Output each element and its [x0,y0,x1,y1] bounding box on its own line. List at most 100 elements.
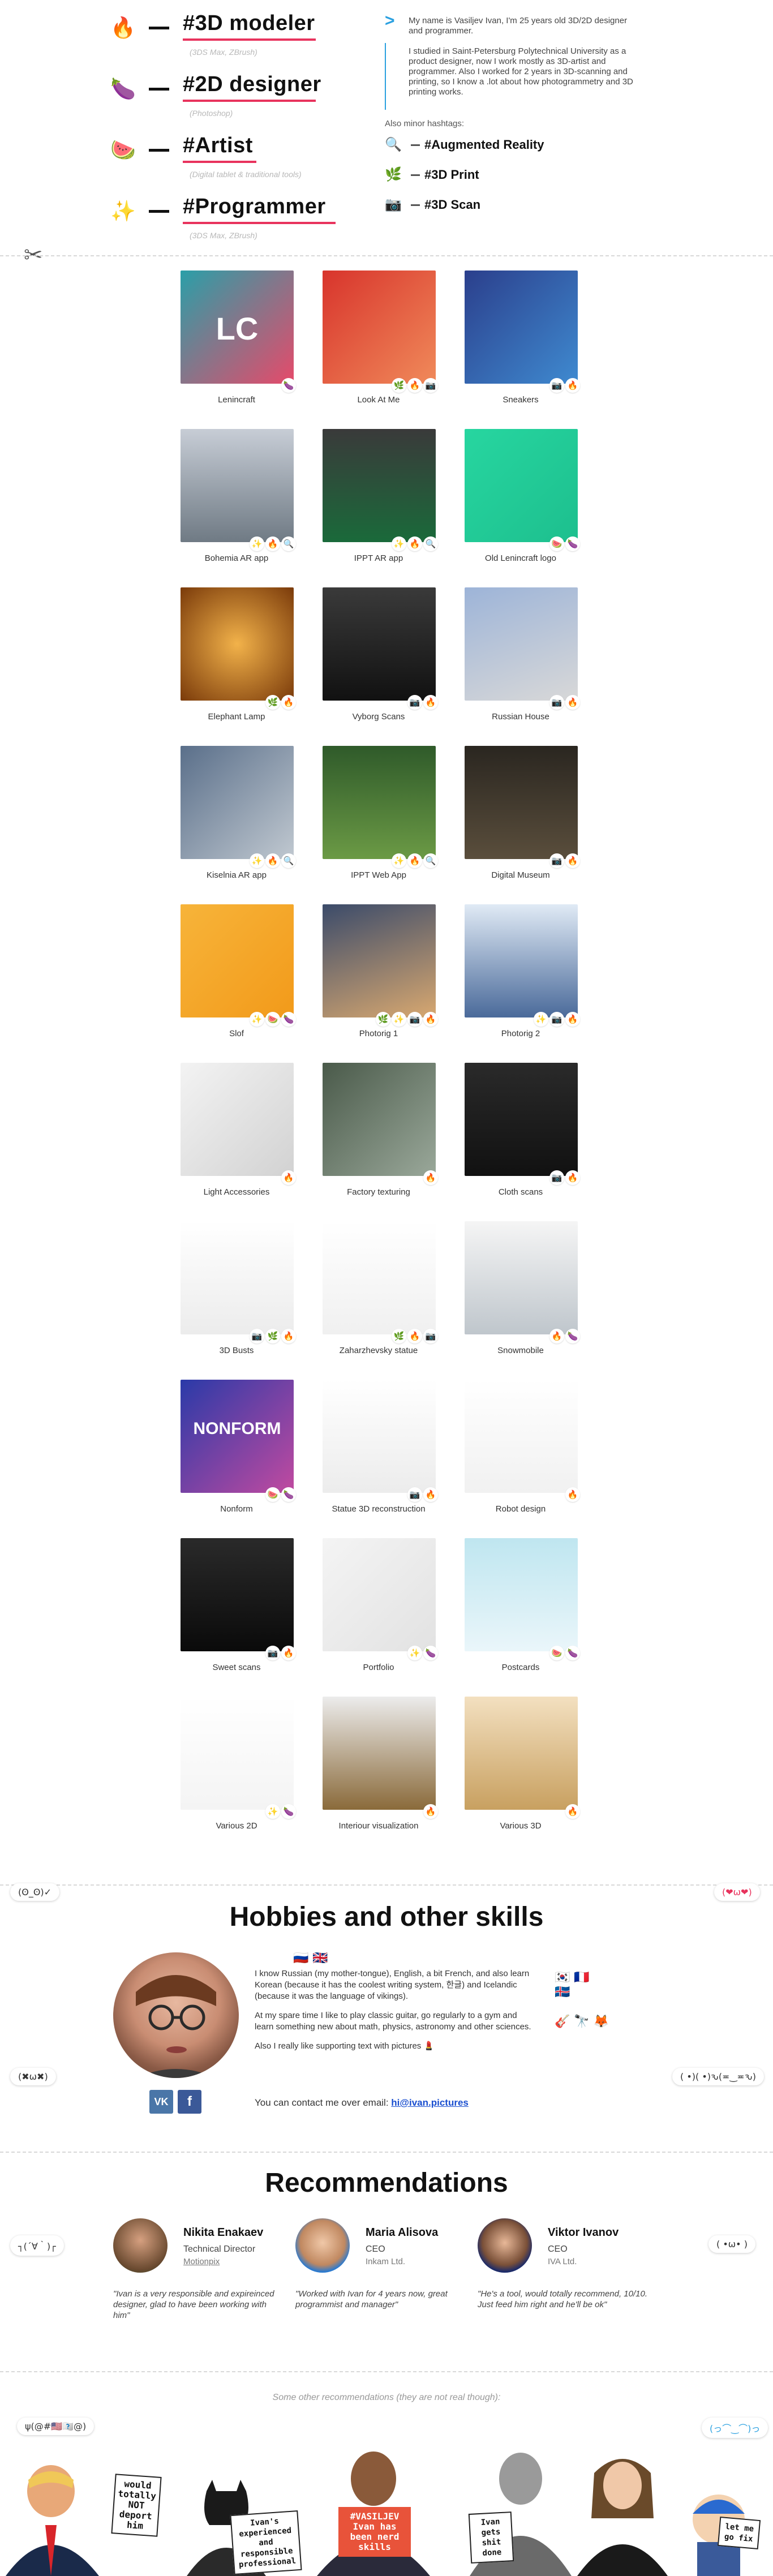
portfolio-caption[interactable]: Slof [178,1029,295,1038]
portfolio-tile[interactable]: 📷 🌿 🔥 3D Busts [178,1221,296,1374]
portfolio-caption[interactable]: Statue 3D reconstruction [320,1504,437,1514]
portfolio-tile[interactable]: 📷 🔥 Sneakers [462,271,580,423]
portfolio-tile[interactable]: ✨ 📷 🔥 Photorig 2 [462,904,580,1057]
portfolio-caption[interactable]: Look At Me [320,395,437,405]
role-underline [183,222,336,224]
portfolio-tile[interactable]: 🔥 Robot design [462,1380,580,1532]
portfolio-thumbnail[interactable] [465,1697,578,1810]
portfolio-tile[interactable]: 🔥 🍆 Snowmobile [462,1221,580,1374]
portfolio-tile[interactable]: LC 🍆 Lenincraft [178,271,296,423]
portfolio-tile[interactable]: NONFORM 🍉 🍆 Nonform [178,1380,296,1532]
portfolio-caption[interactable]: Sweet scans [178,1663,295,1672]
portfolio-tile[interactable]: 📷 🔥 Cloth scans [462,1063,580,1216]
portfolio-caption[interactable]: Lenincraft [178,395,295,405]
portfolio-thumbnail[interactable] [323,1380,436,1493]
portfolio-tile[interactable]: ✨ 🍆 Various 2D [178,1697,296,1849]
portfolio-tile[interactable]: ✨ 🔥 🔍 IPPT Web App [320,746,438,899]
portfolio-caption[interactable]: Snowmobile [462,1346,579,1355]
portfolio-thumbnail[interactable] [465,429,578,542]
portfolio-caption[interactable]: Postcards [462,1663,579,1672]
portfolio-tile[interactable]: 🌿 🔥 📷 Look At Me [320,271,438,423]
portfolio-tile[interactable]: 🔥 Interiour visualization [320,1697,438,1849]
portfolio-thumbnail[interactable] [181,1697,294,1810]
portfolio-tile[interactable]: 🔥 Factory texturing [320,1063,438,1216]
portfolio-caption[interactable]: Kiselnia AR app [178,870,295,880]
portfolio-thumbnail[interactable] [181,1538,294,1651]
portfolio-caption[interactable]: Vyborg Scans [320,712,437,722]
portfolio-tile[interactable]: 🌿 ✨ 📷 🔥 Photorig 1 [320,904,438,1057]
portfolio-tile[interactable]: 📷 🔥 Vyborg Scans [320,587,438,740]
portfolio-caption[interactable]: Cloth scans [462,1187,579,1197]
facebook-button[interactable]: f [178,2090,201,2114]
portfolio-caption[interactable]: Light Accessories [178,1187,295,1197]
portfolio-caption[interactable]: Digital Museum [462,870,579,880]
portfolio-thumbnail[interactable] [465,587,578,701]
portfolio-thumbnail[interactable] [465,746,578,859]
portfolio-caption[interactable]: Bohemia AR app [178,553,295,563]
portfolio-tile[interactable]: 🔥 Light Accessories [178,1063,296,1216]
portfolio-thumbnail[interactable] [465,1221,578,1334]
portfolio-tile[interactable]: 🔥 Various 3D [462,1697,580,1849]
portfolio-thumbnail[interactable] [181,429,294,542]
portfolio-tile[interactable]: 🍉 🍆 Postcards [462,1538,580,1691]
portfolio-tile[interactable]: 🌿 🔥 📷 Zaharzhevsky statue [320,1221,438,1374]
portfolio-tile[interactable]: 📷 🔥 Digital Museum [462,746,580,899]
portfolio-caption[interactable]: IPPT AR app [320,553,437,563]
email-link[interactable]: hi@ivan.pictures [391,2097,469,2108]
portfolio-thumbnail[interactable] [323,1538,436,1651]
portfolio-thumbnail[interactable] [465,904,578,1017]
portfolio-caption[interactable]: Various 3D [462,1821,579,1831]
portfolio-thumbnail[interactable] [465,1538,578,1651]
portfolio-thumbnail[interactable] [465,1063,578,1176]
skill-badges: 🌿 🔥 📷 [392,378,438,393]
portfolio-caption[interactable]: IPPT Web App [320,870,437,880]
portfolio-caption[interactable]: Portfolio [320,1663,437,1672]
portfolio-caption[interactable]: Robot design [462,1504,579,1514]
skill-badge-icon: 🍆 [281,1012,296,1027]
portfolio-thumbnail[interactable] [465,1380,578,1493]
portfolio-thumbnail[interactable] [323,904,436,1017]
portfolio-caption[interactable]: Russian House [462,712,579,722]
portfolio-caption[interactable]: Interiour visualization [320,1821,437,1831]
portfolio-thumbnail[interactable] [323,1697,436,1810]
portfolio-thumbnail[interactable] [181,1063,294,1176]
company-link[interactable]: Motionpix [183,2257,220,2266]
portfolio-caption[interactable]: Elephant Lamp [178,712,295,722]
portfolio-caption[interactable]: Various 2D [178,1821,295,1831]
skill-badge-icon: 🌿 [265,1329,280,1343]
portfolio-thumbnail[interactable] [323,429,436,542]
portfolio-thumbnail[interactable] [181,904,294,1017]
portfolio-caption[interactable]: Photorig 1 [320,1029,437,1038]
portfolio-thumbnail[interactable] [181,1221,294,1334]
portfolio-caption[interactable]: 3D Busts [178,1346,295,1355]
portfolio-caption[interactable]: Zaharzhevsky statue [320,1346,437,1355]
portfolio-tile[interactable]: 📷 🔥 Sweet scans [178,1538,296,1691]
portfolio-thumbnail[interactable]: LC [181,271,294,384]
portfolio-tile[interactable]: ✨ 🔥 🔍 IPPT AR app [320,429,438,582]
portfolio-caption[interactable]: Sneakers [462,395,579,405]
portfolio-caption[interactable]: Old Lenincraft logo [462,553,579,563]
portfolio-tile[interactable]: ✨ 🔥 🔍 Kiselnia AR app [178,746,296,899]
portfolio-caption[interactable]: Factory texturing [320,1187,437,1197]
portfolio-tile[interactable]: ✨ 🔥 🔍 Bohemia AR app [178,429,296,582]
portfolio-thumbnail[interactable] [323,1221,436,1334]
portfolio-thumbnail[interactable] [323,1063,436,1176]
portfolio-thumbnail[interactable] [323,271,436,384]
vk-button[interactable]: VK [149,2090,173,2114]
portfolio-tile[interactable]: 📷 🔥 Statue 3D reconstruction [320,1380,438,1532]
portfolio-tile[interactable]: 🍉 🍆 Old Lenincraft logo [462,429,580,582]
portfolio-caption[interactable]: Nonform [178,1504,295,1514]
portfolio-thumbnail[interactable] [323,746,436,859]
portfolio-thumbnail[interactable]: NONFORM [181,1380,294,1493]
portfolio-tile[interactable]: ✨ 🍆 Portfolio [320,1538,438,1691]
portfolio-tile[interactable]: ✨ 🍉 🍆 Slof [178,904,296,1057]
portfolio-thumbnail[interactable] [181,746,294,859]
skill-badge-icon: 📷 [549,1012,564,1027]
portfolio-tile[interactable]: 📷 🔥 Russian House [462,587,580,740]
portfolio-thumbnail[interactable] [323,587,436,701]
skill-badge-icon: 📷 [423,378,438,393]
portfolio-thumbnail[interactable] [465,271,578,384]
portfolio-caption[interactable]: Photorig 2 [462,1029,579,1038]
portfolio-thumbnail[interactable] [181,587,294,701]
portfolio-tile[interactable]: 🌿 🔥 Elephant Lamp [178,587,296,740]
